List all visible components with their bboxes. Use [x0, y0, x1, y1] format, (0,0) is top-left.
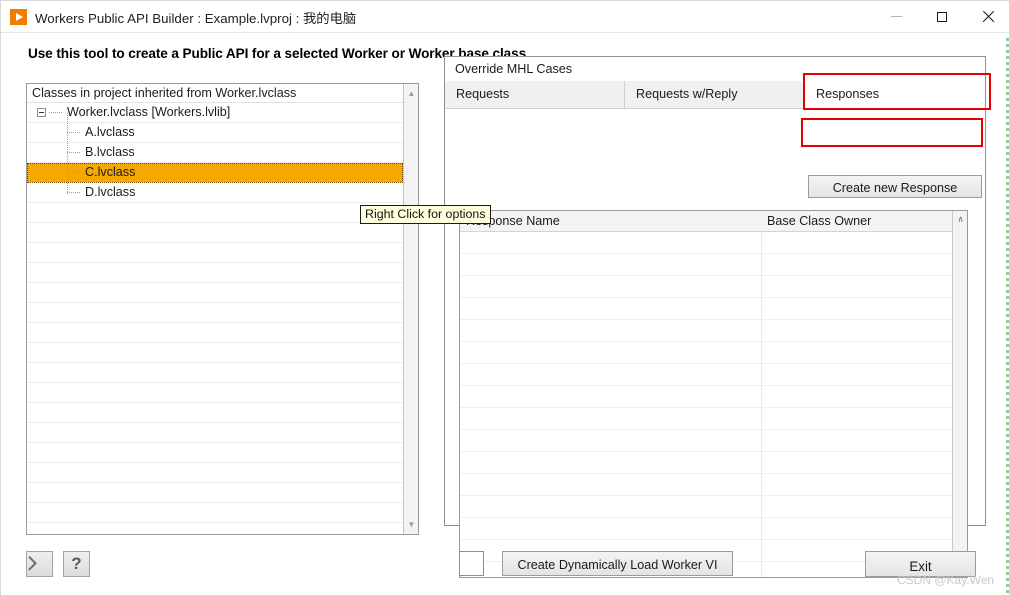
- collapse-icon[interactable]: [37, 108, 46, 117]
- tab-content-responses: Create new Response Response Name Base C…: [445, 109, 985, 578]
- tree-row-empty[interactable]: [27, 203, 403, 223]
- table-row-empty[interactable]: [460, 342, 952, 364]
- tab-requests[interactable]: Requests: [445, 81, 625, 109]
- tree-row-empty[interactable]: [27, 223, 403, 243]
- minimize-icon: [890, 16, 902, 17]
- maximize-icon: [937, 11, 947, 22]
- create-dynamically-load-worker-vi-button[interactable]: Create Dynamically Load Worker VI: [502, 551, 733, 576]
- maximize-button[interactable]: [919, 1, 965, 32]
- tree-row-empty[interactable]: [27, 343, 403, 363]
- class-tree-list[interactable]: Worker.lvclass [Workers.lvlib] A.lvclass B…: [27, 103, 403, 535]
- table-row-empty[interactable]: [460, 276, 952, 298]
- tree-row[interactable]: C.lvclass: [27, 163, 403, 183]
- tree-row-empty[interactable]: [27, 263, 403, 283]
- tree-row-empty[interactable]: [27, 323, 403, 343]
- tree-row-empty[interactable]: [27, 483, 403, 503]
- create-new-response-button[interactable]: Create new Response: [808, 175, 982, 198]
- tree-row-empty[interactable]: [27, 283, 403, 303]
- edge-decoration: [1006, 35, 1009, 595]
- response-list[interactable]: Response Name Base Class Owner ∧ ∨: [459, 210, 968, 578]
- tree-row-empty[interactable]: [27, 443, 403, 463]
- application-window: Workers Public API Builder : Example.lvp…: [0, 0, 1010, 596]
- tree-row[interactable]: Worker.lvclass [Workers.lvlib]: [27, 103, 403, 123]
- close-button[interactable]: [965, 1, 1009, 32]
- tab-strip: Requests Requests w/Reply Responses: [445, 81, 985, 109]
- table-row-empty[interactable]: [460, 364, 952, 386]
- dynamic-load-checkbox[interactable]: [459, 551, 484, 576]
- tree-row-empty[interactable]: [27, 503, 403, 523]
- table-row-empty[interactable]: [460, 298, 952, 320]
- tree-row-empty[interactable]: [27, 363, 403, 383]
- tree-row-label: A.lvclass: [85, 125, 135, 139]
- tree-row-label: B.lvclass: [85, 145, 135, 159]
- tree-row-empty[interactable]: [27, 423, 403, 443]
- tree-row[interactable]: B.lvclass: [27, 143, 403, 163]
- class-tree-panel: Classes in project inherited from Worker…: [26, 83, 419, 535]
- tooltip: Right Click for options: [360, 205, 491, 224]
- tab-responses[interactable]: Responses: [805, 81, 985, 109]
- table-row-empty[interactable]: [460, 518, 952, 540]
- scroll-up-icon[interactable]: ▲: [404, 86, 419, 101]
- table-row-empty[interactable]: [460, 408, 952, 430]
- tree-row-empty[interactable]: [27, 403, 403, 423]
- tree-row-label: D.lvclass: [85, 185, 136, 199]
- table-row-empty[interactable]: [460, 452, 952, 474]
- tree-row-label: Worker.lvclass [Workers.lvlib]: [67, 105, 231, 119]
- table-row-empty[interactable]: [460, 320, 952, 342]
- tree-connector: [49, 112, 62, 114]
- panel-caption: Override MHL Cases: [455, 62, 573, 76]
- response-list-header: Response Name Base Class Owner: [460, 211, 952, 232]
- labview-run-icon: [10, 9, 27, 25]
- title-bar: Workers Public API Builder : Example.lvp…: [1, 1, 1009, 33]
- scroll-up-icon[interactable]: ∧: [953, 212, 968, 227]
- table-row-empty[interactable]: [460, 430, 952, 452]
- tree-row-label: C.lvclass: [85, 165, 136, 179]
- scroll-down-icon[interactable]: ▼: [404, 517, 419, 532]
- minimize-button[interactable]: [873, 1, 919, 32]
- column-header-base-class-owner: Base Class Owner: [767, 214, 872, 228]
- response-list-scrollbar[interactable]: ∧ ∨: [952, 211, 967, 577]
- table-row-empty[interactable]: [460, 386, 952, 408]
- tree-connector-vertical: [67, 113, 69, 194]
- table-row-empty[interactable]: [460, 254, 952, 276]
- response-list-body[interactable]: [460, 232, 952, 577]
- tab-requests-with-reply[interactable]: Requests w/Reply: [625, 81, 805, 109]
- question-mark-icon: ?: [71, 554, 82, 573]
- window-title: Workers Public API Builder : Example.lvp…: [35, 11, 357, 26]
- back-button[interactable]: [26, 551, 53, 577]
- class-tree-scrollbar[interactable]: ▲ ▼: [403, 84, 418, 534]
- tree-row-empty[interactable]: [27, 243, 403, 263]
- tree-row[interactable]: D.lvclass: [27, 183, 403, 203]
- watermark: CSDN @Kay.Wen: [897, 573, 995, 587]
- tree-row-empty[interactable]: [27, 303, 403, 323]
- tree-row[interactable]: A.lvclass: [27, 123, 403, 143]
- tree-row-empty[interactable]: [27, 383, 403, 403]
- table-row-empty[interactable]: [460, 496, 952, 518]
- back-chevron-icon: [34, 558, 45, 571]
- table-row-empty[interactable]: [460, 474, 952, 496]
- tree-row-empty[interactable]: [27, 463, 403, 483]
- override-mhl-cases-panel: Override MHL Cases Requests Requests w/R…: [444, 56, 986, 578]
- table-row-empty[interactable]: [460, 232, 952, 254]
- help-button[interactable]: ?: [63, 551, 90, 577]
- close-icon: [982, 11, 994, 23]
- class-tree-header: Classes in project inherited from Worker…: [27, 84, 403, 103]
